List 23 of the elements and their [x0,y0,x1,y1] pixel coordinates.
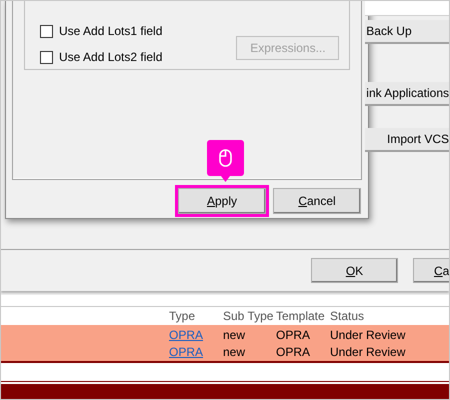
text-field[interactable] [365,1,449,16]
table-cell-text: new [223,344,246,360]
side-button[interactable]: Back Up [365,20,449,44]
dialog-button[interactable]: Cancel [273,188,361,214]
checkbox[interactable] [40,24,53,38]
footer-button[interactable]: Ca [413,258,449,284]
table-cell-text: OPRA [276,326,312,344]
mouse-click-icon [207,140,244,182]
column-header: Type [169,308,196,325]
column-header: Status [330,308,366,325]
checkbox-label: Use Add Lots2 field [59,49,162,66]
checkbox-label: Use Add Lots1 field [59,23,162,40]
table-cell-text: Under Review [330,326,406,344]
footer-button[interactable]: OK [311,258,398,284]
checkbox[interactable] [40,50,53,64]
table-cell-text: Under Review [330,344,406,360]
column-header: Template [276,308,326,325]
side-button[interactable]: ink Applications [365,82,449,106]
side-button[interactable]: Import VCS [365,128,449,152]
table-cell-text: new [223,326,246,344]
dialog-button[interactable]: Apply [178,188,266,214]
column-header: Sub Type [223,308,274,325]
table-cell-text: OPRA [276,344,312,360]
